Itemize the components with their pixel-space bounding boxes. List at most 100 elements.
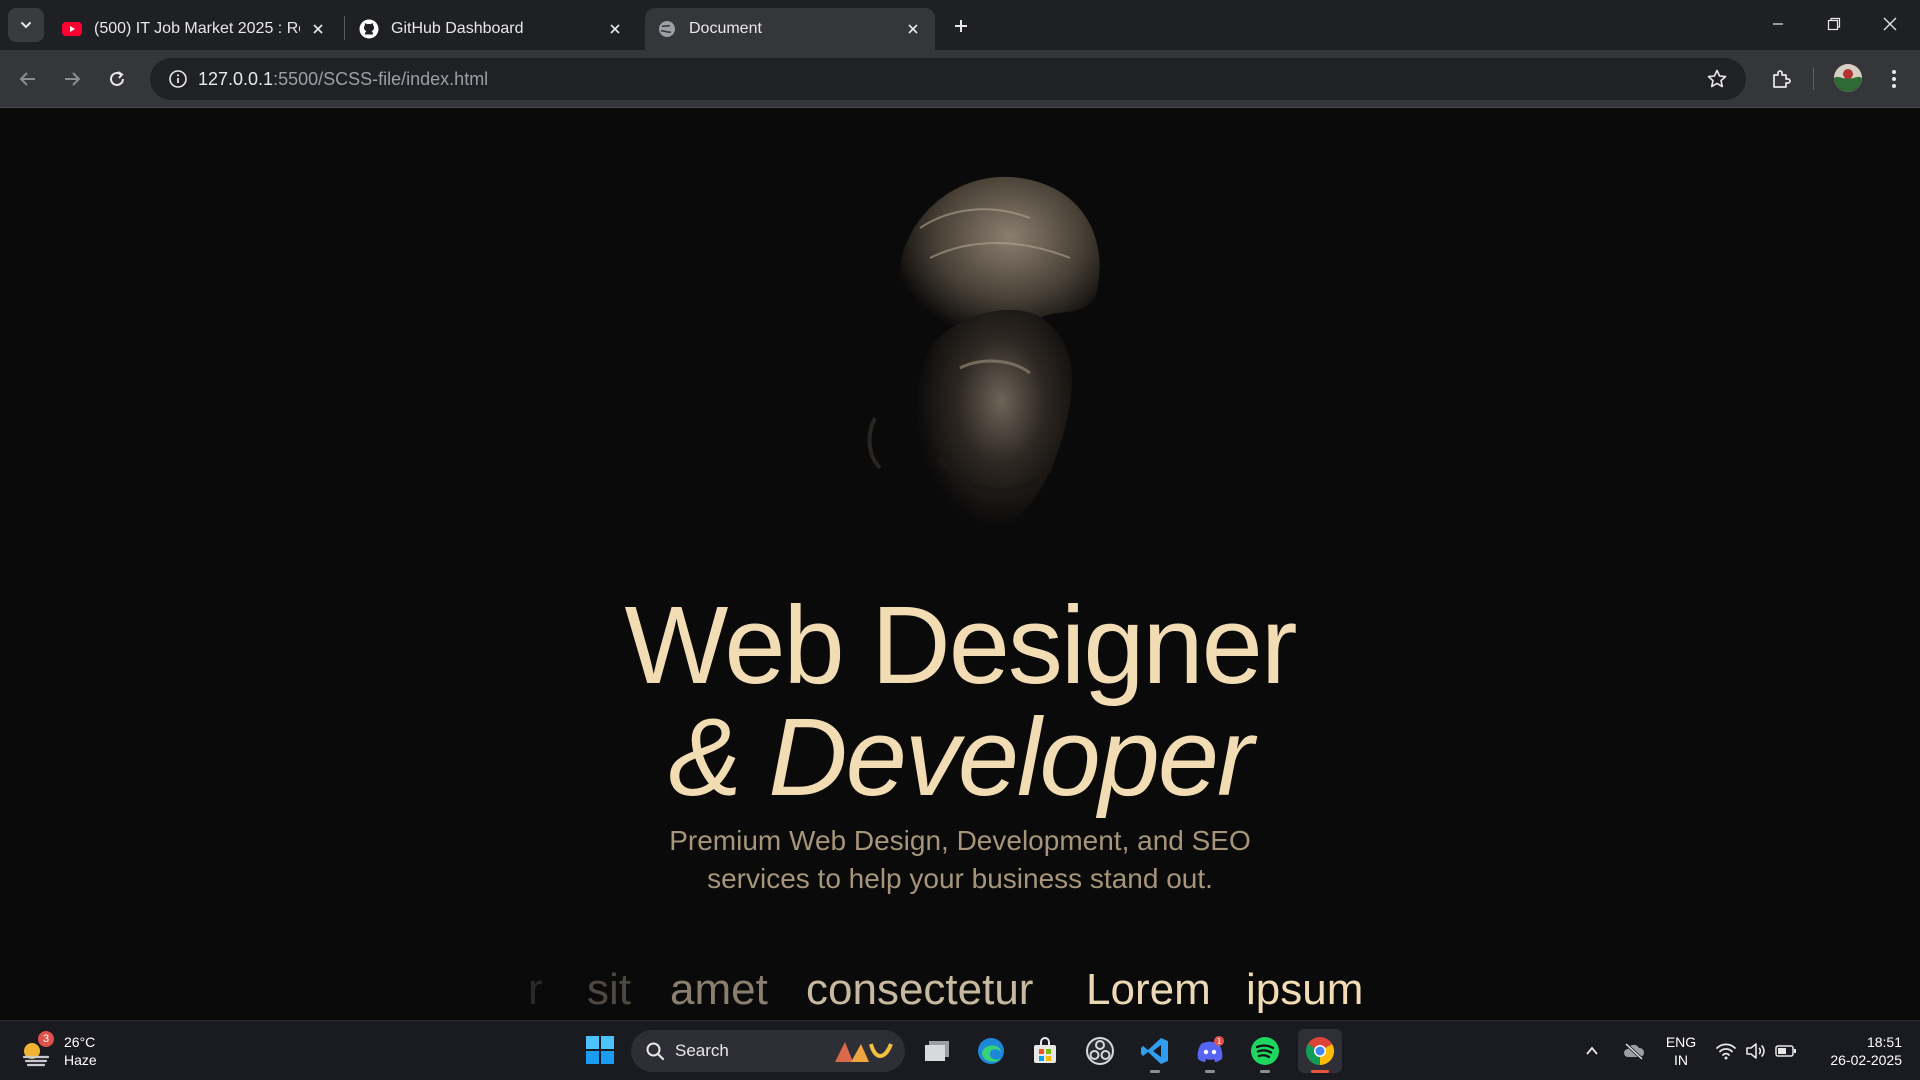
hero-subtitle-line2: services to help your business stand out… [707,863,1213,894]
tab-github[interactable]: GitHub Dashboard [347,8,637,50]
reload-icon [110,71,124,86]
close-icon[interactable] [308,19,328,39]
back-button[interactable] [12,63,44,95]
hero-title-line2: & Developer [668,696,1253,819]
hero-portrait-image [867,176,1100,538]
tab-strip: (500) IT Job Market 2025 : Recru GitHub … [0,0,1920,50]
store-app[interactable] [1023,1029,1067,1073]
restore-icon [1827,17,1841,31]
spotify-icon [1251,1037,1279,1065]
marquee-word: ipsum [1246,965,1364,1014]
task-view-icon [925,1041,949,1061]
weather-widget[interactable]: 3 26°C Haze [18,1029,97,1073]
clock-time: 18:51 [1866,1034,1902,1050]
extensions-button[interactable] [1765,63,1797,95]
language-indicator[interactable]: ENG IN [1660,1033,1702,1069]
minimize-button[interactable] [1750,0,1806,48]
obs-icon [1086,1037,1114,1065]
tab-title: GitHub Dashboard [391,20,524,37]
tab-separator [344,16,345,40]
onedrive-tray[interactable] [1622,1039,1646,1063]
marquee-word: Lorem [1086,965,1211,1014]
marquee-word: r [528,965,543,1014]
weather-text: 26°C Haze [64,1033,97,1069]
clock-date: 26-02-2025 [1830,1052,1902,1068]
globe-icon [657,19,677,39]
tab-title: Document [689,20,762,37]
windows-icon [586,1036,614,1064]
obs-app[interactable] [1078,1029,1122,1073]
reload-button[interactable] [101,63,133,95]
battery-icon [1775,1045,1796,1057]
running-indicator [1150,1070,1160,1073]
close-window-button[interactable] [1862,0,1918,48]
weather-temp: 26°C [64,1034,96,1050]
arrow-left-icon [19,72,35,86]
chrome-icon [1306,1037,1334,1065]
search-icon [646,1042,665,1061]
chevron-up-icon [1586,1046,1598,1055]
search-highlight-icon [835,1042,893,1062]
show-hidden-icons-button[interactable] [1580,1039,1604,1063]
close-icon [1883,17,1897,31]
system-clock[interactable]: 18:51 26-02-2025 [1810,1033,1902,1069]
spotify-app[interactable] [1243,1029,1287,1073]
lang-line1: ENG [1665,1034,1697,1050]
browser-menu-button[interactable] [1878,63,1910,95]
volume-icon [1746,1043,1765,1059]
running-indicator [1311,1070,1329,1073]
marquee-word: sit [587,965,631,1014]
edge-icon [978,1038,1004,1064]
discord-app[interactable]: 1 [1188,1029,1232,1073]
github-icon [359,19,379,39]
windows-taskbar: 3 26°C Haze Search 1 ENG IN 18:51 26-02-… [0,1020,1920,1080]
forward-button[interactable] [56,63,88,95]
weather-badge: 3 [38,1031,54,1047]
hero-subtitle: Premium Web Design, Development, and SEO… [660,822,1260,898]
web-page: Web Designer & Developer Premium Web Des… [0,108,1920,1020]
vscode-icon [1141,1038,1168,1064]
volume-tray[interactable] [1744,1039,1768,1063]
url-text: 127.0.0.1:5500/SCSS-file/index.html [198,68,489,89]
puzzle-icon [1773,70,1791,88]
minimize-icon [1773,23,1783,25]
close-icon[interactable] [903,19,923,39]
task-view-button[interactable] [915,1029,959,1073]
chevron-down-icon [21,22,31,29]
plus-icon [955,20,967,32]
marquee-word: amet [670,965,768,1014]
wifi-tray[interactable] [1714,1039,1738,1063]
profile-avatar[interactable] [1834,64,1862,92]
new-tab-button[interactable] [945,12,977,40]
site-info-icon[interactable] [158,59,198,99]
weather-icon: 3 [18,1031,54,1069]
battery-tray[interactable] [1774,1039,1798,1063]
vscode-app[interactable] [1133,1029,1177,1073]
edge-app[interactable] [969,1029,1013,1073]
running-indicator [1260,1070,1270,1073]
restore-button[interactable] [1806,0,1862,48]
bookmark-star-icon[interactable] [1706,68,1728,90]
tab-document[interactable]: Document [645,8,935,50]
youtube-icon [62,19,82,39]
toolbar-divider [1813,68,1814,90]
discord-badge: 1 [1216,1037,1221,1046]
discord-icon: 1 [1197,1036,1224,1062]
hero-subtitle-line1: Premium Web Design, Development, and SEO [669,825,1251,856]
tab-search-button[interactable] [8,8,44,42]
weather-desc: Haze [64,1052,97,1068]
start-button[interactable] [583,1033,617,1067]
more-vertical-icon [1892,70,1896,88]
marquee-word: consectetur [806,965,1034,1014]
tab-title: (500) IT Job Market 2025 : Recru [94,20,300,37]
chrome-app[interactable] [1298,1029,1342,1073]
hero-title: Web Designer & Developer [0,590,1920,814]
close-icon[interactable] [605,19,625,39]
store-icon [1034,1037,1056,1063]
taskbar-search[interactable]: Search [631,1030,905,1072]
marquee-text: r sit amet consectetur Lorem ipsum [0,960,1920,1020]
address-bar[interactable]: 127.0.0.1:5500/SCSS-file/index.html [150,58,1746,100]
hero-title-line1: Web Designer [624,584,1298,707]
tab-youtube[interactable]: (500) IT Job Market 2025 : Recru [50,8,340,50]
running-indicator [1205,1070,1215,1073]
